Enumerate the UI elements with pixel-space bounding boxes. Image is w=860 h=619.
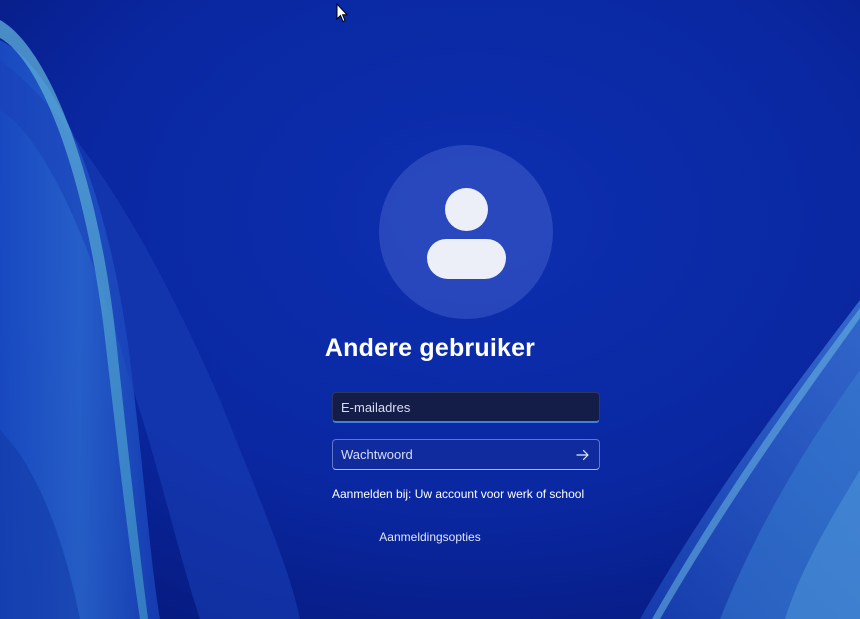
user-avatar-icon (379, 145, 553, 319)
signin-domain-info: Aanmelden bij: Uw account voor werk of s… (332, 487, 585, 501)
signin-options-link[interactable]: Aanmeldingsopties (379, 530, 480, 544)
mouse-pointer-icon (336, 3, 348, 23)
submit-button[interactable] (571, 444, 595, 466)
email-field-container (332, 392, 600, 423)
signin-options-container: Aanmeldingsopties (0, 530, 860, 544)
username-title: Andere gebruiker (324, 334, 536, 362)
password-field-container (332, 439, 600, 470)
password-input[interactable] (333, 440, 599, 469)
email-input[interactable] (333, 393, 599, 421)
avatar-body (427, 239, 506, 279)
arrow-right-icon (576, 449, 589, 461)
avatar-head (445, 188, 488, 231)
